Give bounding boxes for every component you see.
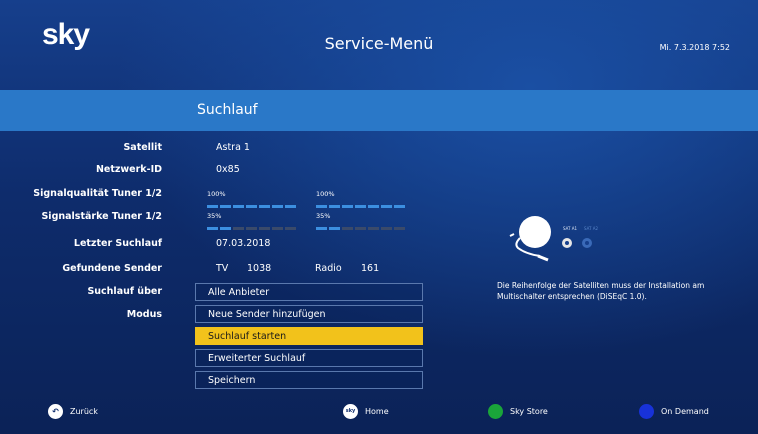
meter-segment: [246, 205, 257, 208]
meter-segment: [207, 205, 218, 208]
signal-strength-label: Signalstärke Tuner 1/2: [41, 211, 162, 222]
last-scan-value: 07.03.2018: [216, 238, 271, 249]
meter-segment: [368, 205, 379, 208]
found-channels-label: Gefundene Sender: [62, 263, 162, 274]
meter-segment: [220, 205, 231, 208]
network-id-value: 0x85: [216, 164, 240, 175]
meter-segment: [233, 227, 244, 230]
meter-segment: [368, 227, 379, 230]
satellite-label: Satellit: [123, 142, 162, 153]
service-menu-screen: sky Service-Menü Mi. 7.3.2018 7:52 Suchl…: [0, 0, 758, 434]
scan-via-label: Suchlauf über: [87, 286, 162, 297]
meter-segment: [285, 227, 296, 230]
satellite-value: Astra 1: [216, 142, 250, 153]
section-bar: [0, 90, 758, 131]
home-label: Home: [365, 407, 389, 416]
radio-label: Radio: [315, 263, 342, 274]
signal-quality-tuner1-meter: 100%: [207, 190, 299, 208]
blue-button-icon: [639, 404, 654, 419]
signal-strength-tuner2-bar: [316, 227, 408, 230]
tv-count: 1038: [247, 263, 272, 274]
meter-segment: [220, 227, 231, 230]
menu-item-all-providers[interactable]: Alle Anbieter: [195, 283, 423, 301]
sky-button-icon: sky: [343, 404, 358, 419]
meter-segment: [355, 205, 366, 208]
footer-back[interactable]: ↶ Zurück: [48, 404, 128, 420]
radio-count: 161: [361, 263, 380, 274]
menu-item-start-scan[interactable]: Suchlauf starten: [195, 327, 423, 345]
signal-quality-tuner2-meter: 100%: [316, 190, 408, 208]
footer-sky-store[interactable]: Sky Store: [488, 404, 578, 420]
signal-quality-tuner2-value: 100%: [316, 190, 335, 198]
back-label: Zurück: [70, 407, 98, 416]
meter-segment: [246, 227, 257, 230]
meter-segment: [207, 227, 218, 230]
meter-segment: [381, 205, 392, 208]
back-button-icon: ↶: [48, 404, 63, 419]
meter-segment: [342, 227, 353, 230]
meter-segment: [233, 205, 244, 208]
signal-quality-tuner1-bar: [207, 205, 299, 208]
signal-strength-tuner1-value: 35%: [207, 212, 222, 220]
sky-store-label: Sky Store: [510, 407, 548, 416]
meter-segment: [285, 205, 296, 208]
meter-segment: [316, 205, 327, 208]
meter-segment: [329, 205, 340, 208]
meter-segment: [381, 227, 392, 230]
menu-item-extended-scan[interactable]: Erweiterter Suchlauf: [195, 349, 423, 367]
meter-segment: [394, 227, 405, 230]
meter-segment: [342, 205, 353, 208]
footer-home[interactable]: sky Home: [343, 404, 413, 420]
signal-strength-tuner1-meter: 35%: [207, 212, 299, 230]
meter-segment: [272, 227, 283, 230]
menu-item-add-new-channels[interactable]: Neue Sender hinzufügen: [195, 305, 423, 323]
tv-label: TV: [216, 263, 229, 274]
info-text: Die Reihenfolge der Satelliten muss der …: [497, 281, 705, 301]
mode-label: Modus: [126, 309, 162, 320]
page-title: Service-Menü: [324, 34, 434, 53]
menu-item-save[interactable]: Speichern: [195, 371, 423, 389]
section-title: Suchlauf: [197, 102, 258, 118]
last-scan-label: Letzter Suchlauf: [73, 238, 162, 249]
green-button-icon: [488, 404, 503, 419]
signal-quality-tuner1-value: 100%: [207, 190, 226, 198]
meter-segment: [259, 205, 270, 208]
signal-strength-tuner2-meter: 35%: [316, 212, 408, 230]
meter-segment: [329, 227, 340, 230]
sat1-label: SAT A1: [563, 226, 577, 231]
footer-on-demand[interactable]: On Demand: [639, 404, 734, 420]
meter-segment: [355, 227, 366, 230]
meter-segment: [394, 205, 405, 208]
signal-quality-tuner2-bar: [316, 205, 408, 208]
meter-segment: [259, 227, 270, 230]
meter-segment: [272, 205, 283, 208]
signal-quality-label: Signalqualität Tuner 1/2: [33, 188, 162, 199]
date-time: Mi. 7.3.2018 7:52: [659, 43, 730, 52]
network-id-label: Netzwerk-ID: [95, 164, 162, 175]
signal-strength-tuner2-value: 35%: [316, 212, 331, 220]
sat2-label: SAT A2: [584, 226, 598, 231]
satellite-dish-icon: SAT A1 SAT A2: [509, 216, 598, 262]
meter-segment: [316, 227, 327, 230]
signal-strength-tuner1-bar: [207, 227, 299, 230]
on-demand-label: On Demand: [661, 407, 709, 416]
